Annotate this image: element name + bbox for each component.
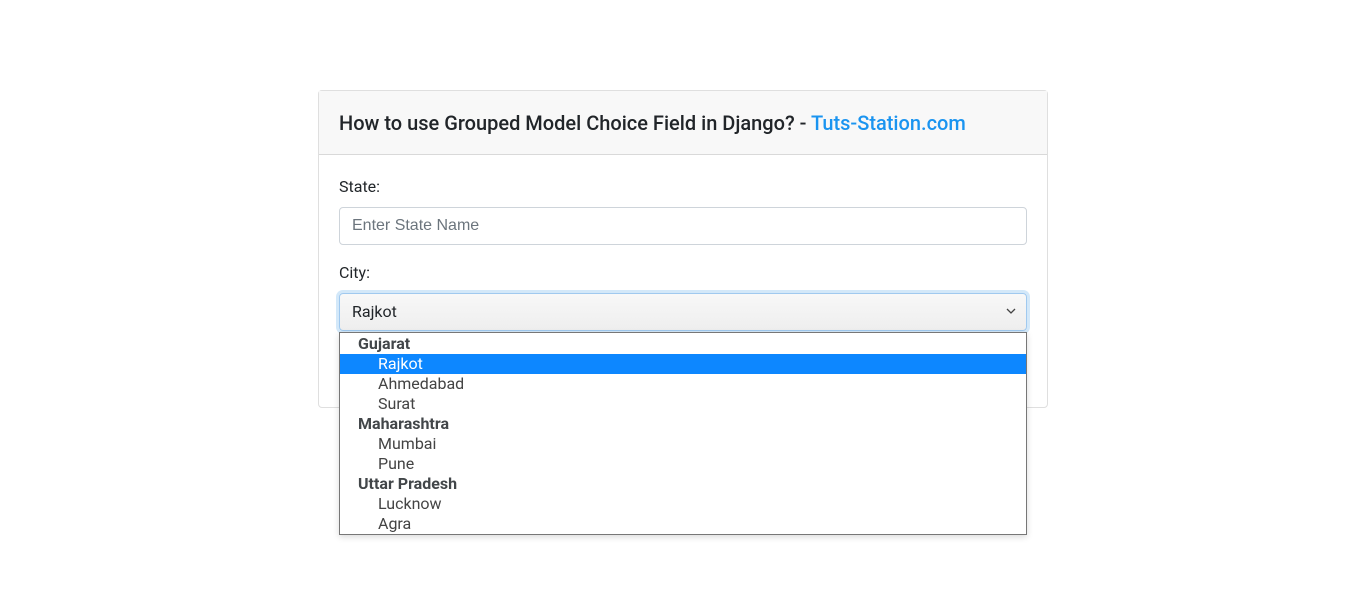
header-link[interactable]: Tuts-Station.com <box>811 111 966 135</box>
main-container: How to use Grouped Model Choice Field in… <box>318 90 1048 408</box>
dropdown-option[interactable]: Mumbai <box>340 434 1026 454</box>
city-selected-value: Rajkot <box>352 300 397 324</box>
state-label: State: <box>339 175 1027 199</box>
dropdown-group-label: Gujarat <box>340 334 1026 354</box>
chevron-down-icon <box>1006 303 1016 321</box>
dropdown-option[interactable]: Lucknow <box>340 494 1026 514</box>
city-select[interactable]: Rajkot <box>339 293 1027 331</box>
dropdown-group-label: Uttar Pradesh <box>340 474 1026 494</box>
city-dropdown-list: GujaratRajkotAhmedabadSuratMaharashtraMu… <box>339 332 1027 535</box>
dropdown-option[interactable]: Pune <box>340 454 1026 474</box>
city-select-wrapper: Rajkot GujaratRajkotAhmedabadSuratMahara… <box>339 293 1027 331</box>
city-label: City: <box>339 261 1027 285</box>
dropdown-option[interactable]: Surat <box>340 394 1026 414</box>
state-form-group: State: <box>339 175 1027 245</box>
dropdown-option[interactable]: Agra <box>340 514 1026 534</box>
card-body: State: City: Rajkot GujaratRajkotAhmedab… <box>319 155 1047 407</box>
dropdown-group-label: Maharashtra <box>340 414 1026 434</box>
header-title-prefix: How to use Grouped Model Choice Field in… <box>339 111 811 135</box>
form-card: How to use Grouped Model Choice Field in… <box>318 90 1048 408</box>
dropdown-option[interactable]: Rajkot <box>340 354 1026 374</box>
dropdown-option[interactable]: Ahmedabad <box>340 374 1026 394</box>
card-header: How to use Grouped Model Choice Field in… <box>319 91 1047 155</box>
state-input[interactable] <box>339 207 1027 245</box>
city-form-group: City: Rajkot GujaratRajkotAhmedabadSurat… <box>339 261 1027 331</box>
